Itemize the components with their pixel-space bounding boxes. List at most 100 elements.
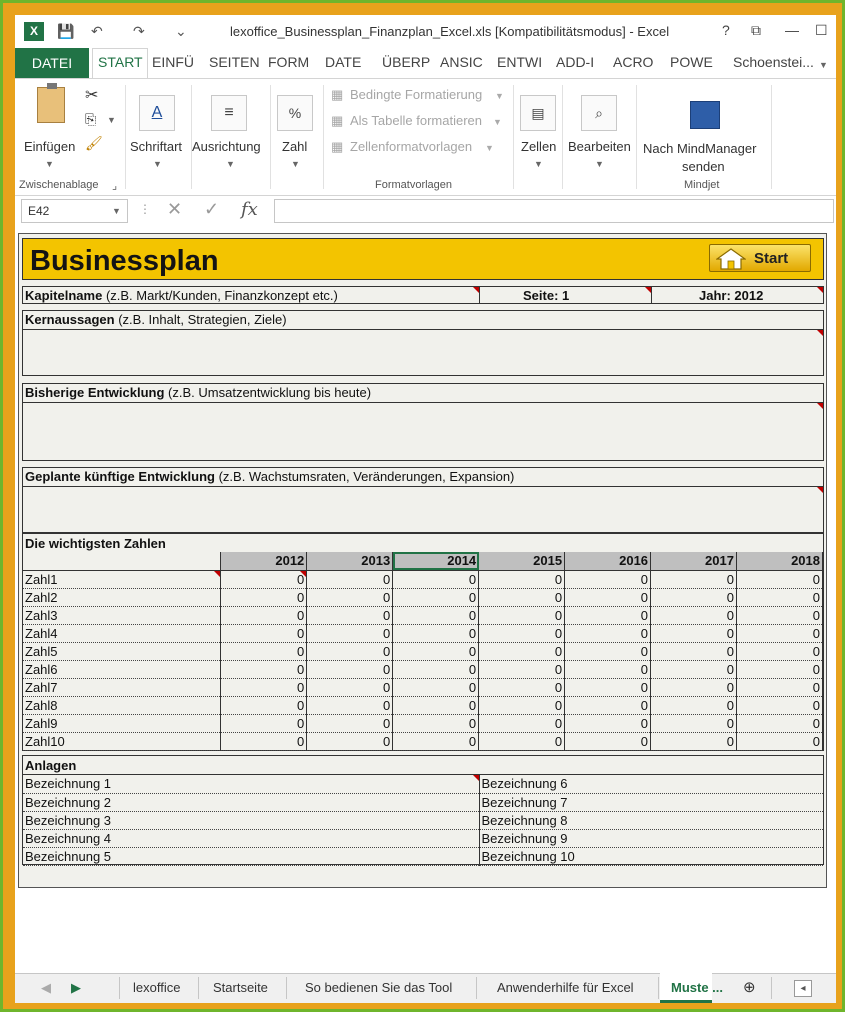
value-cell[interactable]: 0 [392, 624, 480, 643]
value-cell[interactable]: 0 [564, 732, 652, 751]
row-label-cell[interactable]: Zahl7 [23, 678, 222, 697]
format-as-table-button[interactable]: Als Tabelle formatieren [350, 113, 482, 128]
value-cell[interactable]: 0 [220, 696, 308, 715]
value-cell[interactable]: 0 [478, 606, 566, 625]
cells-icon[interactable]: ▤ [520, 95, 556, 131]
account-chevron-down-icon[interactable]: ▼ [819, 60, 828, 70]
row-label-cell[interactable]: Zahl10 [23, 732, 222, 751]
anlage-left-cell[interactable]: Bezeichnung 1 [23, 775, 480, 794]
start-button[interactable]: Start [709, 244, 811, 272]
worksheet[interactable]: Businessplan Start Kapitelname (z.B. Mar… [15, 229, 836, 973]
alignment-icon[interactable]: ≡ [211, 95, 247, 131]
value-cell[interactable]: 0 [306, 588, 394, 607]
tab-ueberpruefen[interactable]: ÜBERP [382, 54, 430, 70]
clipboard-launcher-icon[interactable]: ⌟ [112, 179, 117, 192]
value-cell[interactable]: 0 [392, 678, 480, 697]
value-cell[interactable]: 0 [650, 570, 737, 589]
sheet-tab-bedienung[interactable]: So bedienen Sie das Tool [305, 980, 452, 995]
sheet-tab-muster[interactable]: Muste ... [671, 980, 723, 995]
value-cell[interactable]: 0 [650, 642, 737, 661]
row-label-cell[interactable]: Zahl9 [23, 714, 222, 733]
value-cell[interactable]: 0 [392, 606, 480, 625]
anlage-right-cell[interactable]: Bezeichnung 8 [479, 811, 823, 830]
value-cell[interactable]: 0 [220, 570, 308, 589]
customize-qat-icon[interactable]: ⌄ [175, 23, 187, 40]
value-cell[interactable]: 0 [564, 660, 652, 679]
row-label-cell[interactable]: Zahl8 [23, 696, 222, 715]
value-cell[interactable]: 0 [478, 732, 566, 751]
year-header-cell[interactable]: 2017 [650, 552, 737, 571]
sheet-tab-startseite[interactable]: Startseite [213, 980, 268, 995]
enter-icon[interactable]: ✓ [204, 199, 219, 220]
value-cell[interactable]: 0 [392, 696, 480, 715]
copy-chevron-down-icon[interactable]: ▼ [107, 115, 116, 125]
anlage-left-cell[interactable]: Bezeichnung 4 [23, 829, 480, 848]
value-cell[interactable]: 0 [736, 642, 824, 661]
tab-ansicht[interactable]: ANSIC [440, 54, 483, 70]
row-label-cell[interactable]: Zahl3 [23, 606, 222, 625]
row-label-cell[interactable]: Zahl2 [23, 588, 222, 607]
tab-add-ins[interactable]: ADD-I [556, 54, 594, 70]
value-cell[interactable]: 0 [736, 678, 824, 697]
anlage-left-cell[interactable]: Bezeichnung 2 [23, 793, 480, 812]
font-chevron-down-icon[interactable]: ▼ [153, 159, 162, 169]
value-cell[interactable]: 0 [564, 588, 652, 607]
tab-daten[interactable]: DATE [325, 54, 361, 70]
minimize-button[interactable]: — [785, 22, 799, 38]
value-cell[interactable]: 0 [736, 588, 824, 607]
value-cell[interactable]: 0 [220, 660, 308, 679]
formula-input[interactable] [274, 199, 834, 223]
conditional-format-icon[interactable]: ▦ [331, 87, 343, 103]
comment-indicator[interactable] [817, 287, 823, 293]
value-cell[interactable]: 0 [736, 660, 824, 679]
conditional-format-chevron-down-icon[interactable]: ▼ [495, 91, 504, 101]
copy-icon[interactable]: ⎘ [85, 111, 96, 128]
value-cell[interactable]: 0 [478, 714, 566, 733]
cell-styles-button[interactable]: Zellenformatvorlagen [350, 139, 472, 154]
value-cell[interactable]: 0 [736, 714, 824, 733]
value-cell[interactable]: 0 [478, 642, 566, 661]
number-button[interactable]: Zahl [282, 139, 307, 154]
value-cell[interactable]: 0 [220, 678, 308, 697]
value-cell[interactable]: 0 [650, 624, 737, 643]
cell-styles-icon[interactable]: ▦ [331, 139, 343, 155]
sheet-tab-anwenderhilfe[interactable]: Anwenderhilfe für Excel [497, 980, 634, 995]
binoculars-icon[interactable]: ⌕ [581, 95, 617, 131]
value-cell[interactable]: 0 [306, 732, 394, 751]
value-cell[interactable]: 0 [736, 606, 824, 625]
conditional-format-button[interactable]: Bedingte Formatierung [350, 87, 482, 102]
value-cell[interactable]: 0 [650, 660, 737, 679]
redo-icon[interactable]: ↷ [133, 23, 145, 40]
anlage-left-cell[interactable]: Bezeichnung 3 [23, 811, 480, 830]
undo-icon[interactable]: ↶ [91, 23, 103, 40]
bisherige-entwicklung-box[interactable]: Bisherige Entwicklung (z.B. Umsatzentwic… [22, 383, 824, 461]
comment-indicator[interactable] [817, 403, 823, 409]
comment-indicator[interactable] [817, 330, 823, 336]
value-cell[interactable]: 0 [564, 624, 652, 643]
value-cell[interactable]: 0 [220, 714, 308, 733]
comment-indicator[interactable] [473, 775, 479, 781]
row-label-cell[interactable]: Zahl4 [23, 624, 222, 643]
tab-einfuegen[interactable]: EINFÜ [152, 54, 194, 70]
value-cell[interactable]: 0 [392, 588, 480, 607]
value-cell[interactable]: 0 [650, 606, 737, 625]
value-cell[interactable]: 0 [220, 732, 308, 751]
tab-start[interactable]: START [98, 54, 143, 70]
year-header-cell[interactable]: 2013 [306, 552, 394, 571]
value-cell[interactable]: 0 [220, 606, 308, 625]
value-cell[interactable]: 0 [306, 714, 394, 733]
value-cell[interactable]: 0 [564, 678, 652, 697]
anlage-right-cell[interactable]: Bezeichnung 10 [479, 847, 823, 866]
value-cell[interactable]: 0 [392, 642, 480, 661]
paste-button[interactable]: Einfügen [24, 139, 75, 154]
value-cell[interactable]: 0 [564, 642, 652, 661]
help-button[interactable]: ? [722, 22, 730, 38]
alignment-chevron-down-icon[interactable]: ▼ [226, 159, 235, 169]
value-cell[interactable]: 0 [478, 660, 566, 679]
comment-indicator[interactable] [214, 570, 221, 577]
number-chevron-down-icon[interactable]: ▼ [291, 159, 300, 169]
value-cell[interactable]: 0 [306, 624, 394, 643]
value-cell[interactable]: 0 [220, 588, 308, 607]
mindmanager-icon[interactable] [690, 101, 720, 129]
edit-chevron-down-icon[interactable]: ▼ [595, 159, 604, 169]
